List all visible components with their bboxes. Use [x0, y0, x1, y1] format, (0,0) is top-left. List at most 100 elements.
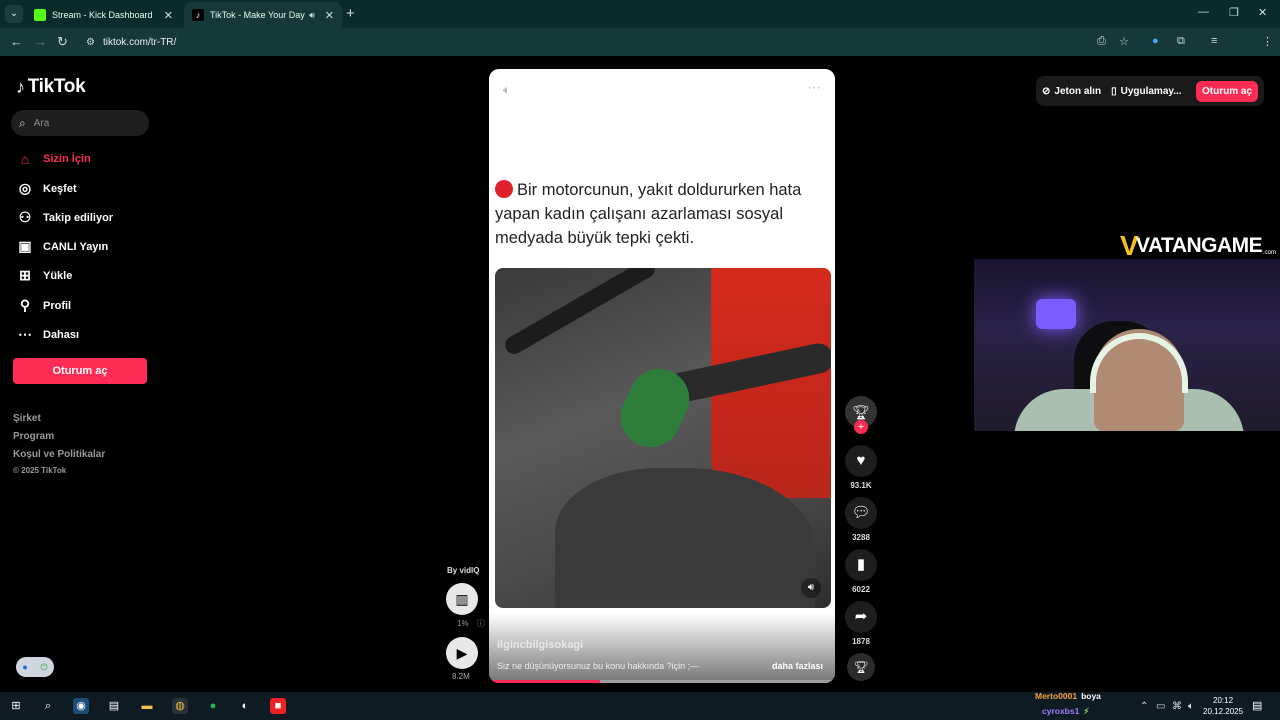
volume-icon[interactable]: 🔈︎ [503, 82, 511, 98]
extension-icon[interactable]: ● [1152, 35, 1159, 47]
restore-button[interactable]: ❐ [1229, 6, 1239, 19]
minimize-button[interactable]: — [1198, 6, 1209, 18]
menu-icon[interactable]: ⋮ [1262, 35, 1273, 48]
upload-icon: ⊞ [19, 267, 31, 283]
nav-more[interactable]: ⋯ Dahası [16, 326, 79, 343]
tray-display-icon[interactable]: ▭ [1156, 701, 1165, 712]
obs-icon[interactable]: ◐ [237, 698, 253, 714]
nav-label: Keşfet [43, 182, 77, 195]
reload-button[interactable]: ↻ [57, 34, 68, 50]
close-window-button[interactable]: ✕ [1258, 6, 1267, 19]
home-icon: ⌂ [20, 151, 30, 167]
stats-button[interactable]: ▥ [446, 583, 478, 615]
tab-search-button[interactable]: ⌄ [5, 5, 23, 23]
install-app-icon[interactable]: ⎙ [1097, 35, 1106, 48]
omnibox[interactable]: ⚙︎ tiktok.com/tr-TR/ [80, 31, 1140, 53]
close-icon[interactable]: ✕ [164, 9, 173, 22]
tab-title: TikTok - Make Your Day [210, 10, 305, 20]
like-button[interactable]: ♥ [845, 445, 877, 477]
sidebar-login-button[interactable]: Oturum aç [13, 358, 147, 384]
extensions-puzzle-icon[interactable]: ⧉ [1177, 35, 1185, 48]
like-count: 93.1K [850, 481, 872, 490]
share-button[interactable]: ➦ [845, 601, 877, 633]
user-follow-icon: ⚇ [18, 209, 32, 225]
nav-live[interactable]: ▣ CANLI Yayın [16, 238, 108, 255]
forward-button[interactable]: → [34, 34, 47, 49]
chat-username: Merto0001 [1035, 691, 1078, 701]
comment-button[interactable]: 💬︎ [845, 497, 877, 529]
see-more-link[interactable]: daha fazlası [772, 661, 823, 671]
get-app-button[interactable]: Uygulamay... [1121, 86, 1182, 97]
search-placeholder: Ara [33, 117, 50, 129]
tiktok-favicon-icon: ♪ [192, 9, 204, 21]
folder-icon[interactable]: ▬ [139, 698, 155, 714]
bar-chart-icon: ▥ [455, 591, 469, 607]
video-volume-icon[interactable]: 🔊︎ [801, 578, 821, 598]
get-coins-button[interactable]: Jeton alın [1054, 86, 1101, 97]
system-clock[interactable]: 20:12 20.12.2025 [1203, 695, 1243, 717]
nav-label: Yükle [43, 269, 73, 282]
more-icon: ⋯ [18, 326, 32, 342]
store-icon[interactable]: ▤ [106, 698, 122, 714]
windows-start-icon[interactable]: ⊞ [8, 698, 24, 714]
back-button[interactable]: ← [10, 34, 23, 49]
chat-message: Merto0001 boya [1035, 691, 1101, 701]
chat-username: cyroxbs1 [1042, 706, 1080, 716]
tab-kick-dashboard[interactable]: Stream - Kick Dashboard ✕ [26, 2, 181, 28]
power-icon: ⏻ [40, 661, 48, 672]
footer-company-link[interactable]: Şirket [13, 413, 41, 424]
chrome-icon[interactable]: ◍ [172, 698, 188, 714]
steam-icon[interactable]: ◉ [73, 698, 89, 714]
tab-tiktok[interactable]: ♪ TikTok - Make Your Day 🔊︎ ✕ [184, 2, 342, 28]
tab-title: Stream - Kick Dashboard [52, 10, 153, 20]
nav-following[interactable]: ⚇ Takip ediliyor [16, 209, 113, 226]
footer-program-link[interactable]: Program [13, 431, 54, 442]
follow-plus-icon[interactable]: + [854, 420, 868, 434]
browser-tab-strip: ⌄ Stream - Kick Dashboard ✕ ♪ TikTok - M… [0, 0, 1280, 28]
search-input[interactable]: ⌕ Ara [11, 110, 149, 136]
save-button[interactable]: ▮ [845, 549, 877, 581]
neon-light [1036, 299, 1076, 329]
new-tab-button[interactable]: + [346, 5, 355, 22]
vatangame-text: VATANGAME [1136, 234, 1263, 257]
chat-text: boya [1081, 691, 1101, 701]
video-author[interactable]: ilgincbilgisokagi [497, 639, 583, 651]
media-control-icon[interactable]: ≡ [1211, 35, 1217, 47]
nav-profile[interactable]: ⚲ Profil [16, 297, 71, 314]
close-icon[interactable]: ✕ [325, 9, 334, 22]
url-text: tiktok.com/tr-TR/ [102, 36, 177, 48]
top-login-button[interactable]: Oturum aç [1195, 80, 1258, 102]
nav-explore[interactable]: ◎ Keşfet [16, 180, 77, 197]
recorder-icon[interactable]: ■ [270, 698, 286, 714]
video-player[interactable]: 🔈︎ ⋯ Bir motorcunun, yakıt doldururken h… [489, 69, 835, 683]
tray-chevron-icon[interactable]: ⌃ [1140, 701, 1148, 712]
bookmark-star-icon[interactable]: ☆ [1119, 35, 1129, 48]
coin-icon: ⊘ [1042, 85, 1051, 97]
vidiq-byline: By vidIQ [447, 566, 480, 575]
info-icon[interactable]: ⓘ [477, 619, 485, 628]
tiktok-logo[interactable]: ♪ TikTok [16, 76, 86, 98]
search-icon[interactable]: ⌕ [40, 698, 56, 714]
share-count: 1878 [852, 637, 870, 646]
video-progress-fill [489, 680, 600, 683]
extension-badge[interactable]: ● ⏻ [16, 657, 54, 677]
nav-label: Dahası [43, 328, 80, 341]
streamer-webcam [974, 259, 1280, 431]
percent-text: 1% ⓘ [457, 619, 485, 628]
play-icon: ▶ [456, 645, 468, 661]
more-options-icon[interactable]: ⋯ [807, 79, 821, 96]
nav-for-you[interactable]: ⌂ Sizin İçin [16, 151, 91, 167]
music-disc-icon[interactable]: 🏆︎ [847, 653, 875, 681]
spotify-icon[interactable]: ● [205, 698, 221, 714]
speaker-icon[interactable]: 🔊︎ [309, 10, 315, 21]
site-info-icon[interactable]: ⚙︎ [86, 37, 95, 48]
tray-network-icon[interactable]: ⌘ [1172, 701, 1182, 712]
search-icon: ⌕ [19, 115, 26, 130]
tiktok-page: ♪ TikTok ⌕ Ara ⌂ Sizin İçin ◎ Keşfet ⚇ T… [0, 56, 1280, 692]
tray-volume-icon[interactable]: 🔈︎ [1188, 701, 1194, 712]
notification-icon[interactable]: ▤ [1252, 699, 1262, 712]
video-progress-bar[interactable] [489, 680, 835, 683]
nav-upload[interactable]: ⊞ Yükle [16, 267, 72, 284]
footer-terms-link[interactable]: Koşul ve Politikalar [13, 449, 105, 460]
play-button[interactable]: ▶ [446, 637, 478, 669]
